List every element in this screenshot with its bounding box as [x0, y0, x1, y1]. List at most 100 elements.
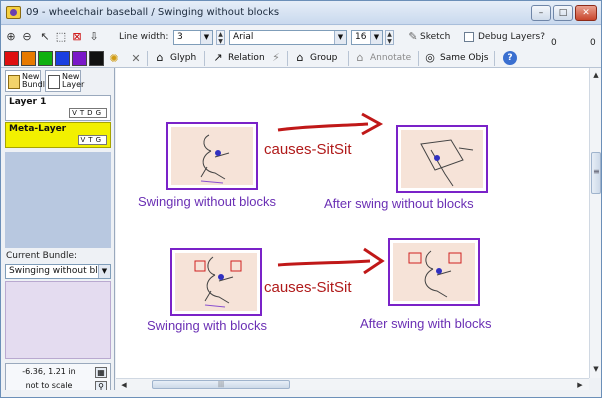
font-size-select[interactable]: 16 ▼	[351, 30, 383, 45]
zoom-left-value: 0	[551, 38, 557, 48]
relation-arrow-1[interactable]	[276, 112, 388, 138]
relation-label: Relation	[228, 53, 265, 63]
pointer-icon[interactable]: ↖	[38, 30, 52, 44]
wheelchair-sketch-icon	[408, 250, 462, 298]
app-icon	[6, 6, 21, 19]
scroll-up-icon[interactable]: ▲	[590, 70, 601, 80]
line-width-label: Line width:	[119, 32, 169, 42]
chevron-down-icon: ▼	[370, 31, 382, 44]
zoom-out-icon[interactable]: ⊖	[20, 30, 34, 44]
maximize-button[interactable]: □	[553, 5, 573, 21]
window-title: 09 - wheelchair baseball / Swinging with…	[26, 7, 280, 18]
horizontal-scrollbar[interactable]: ◀ ||| ▶	[116, 378, 589, 390]
status-bar	[1, 390, 601, 397]
line-width-select[interactable]: 3 ▼	[173, 30, 213, 45]
arrow-down-icon[interactable]: ⇩	[87, 30, 101, 44]
scroll-right-icon[interactable]: ▶	[574, 380, 586, 390]
sketch-after-swing-without-blocks[interactable]	[396, 125, 488, 193]
color-swatch-orange[interactable]	[21, 51, 36, 66]
toolbar-separator	[348, 51, 349, 66]
layer-item-meta-layer[interactable]: Meta-Layer VTG	[5, 122, 111, 148]
font-size-value: 16	[355, 32, 367, 42]
sketch-background	[175, 253, 257, 311]
scroll-down-icon[interactable]: ▼	[590, 364, 601, 374]
new-layer-label: New Layer	[62, 72, 85, 89]
sketch-background	[393, 243, 475, 301]
horizontal-scroll-thumb[interactable]: |||	[152, 380, 290, 389]
color-swatch-black[interactable]	[89, 51, 104, 66]
glyph-button[interactable]: ⌂ Glyph	[153, 50, 197, 66]
relation-arrow-2[interactable]	[276, 245, 388, 275]
chevron-down-icon: ▼	[98, 265, 110, 278]
debug-layers-label: Debug Layers?	[478, 32, 546, 42]
layer-item-layer-1[interactable]: Layer 1 VTDG	[5, 95, 111, 121]
color-wheel-icon[interactable]: ✺	[107, 52, 121, 66]
clear-icon[interactable]: ✕	[129, 52, 143, 66]
select-rect-icon[interactable]: ⬚	[54, 30, 68, 44]
sketch-swinging-with-blocks[interactable]	[170, 248, 262, 316]
sketch-icon[interactable]: ✎	[406, 30, 420, 44]
relation-label-2[interactable]: causes-SitSit	[264, 279, 352, 296]
font-size-stepper[interactable]: ▲ ▼	[385, 30, 394, 45]
wheelchair-sketch-icon	[420, 139, 474, 187]
drawing-canvas[interactable]: causes-SitSit Swinging without blocks Af…	[116, 68, 589, 378]
font-select[interactable]: Arial ▼	[229, 30, 347, 45]
sketch-button[interactable]: Sketch	[420, 32, 450, 42]
toolbar-separator	[147, 51, 148, 66]
group-label: Group	[310, 53, 338, 63]
sketch-after-swing-with-blocks[interactable]	[388, 238, 480, 306]
new-layer-button[interactable]: New Layer	[45, 70, 85, 92]
scale-readout: not to scale	[25, 381, 73, 390]
line-width-stepper[interactable]: ▲ ▼	[216, 30, 225, 45]
line-width-value: 3	[177, 32, 183, 42]
caption-after-swing-without-blocks[interactable]: After swing without blocks	[324, 196, 474, 211]
sketch-background	[401, 130, 483, 188]
toolbar-separator	[204, 51, 205, 66]
toolbar-separator	[494, 51, 495, 66]
toolbar-separator	[287, 51, 288, 66]
group-button[interactable]: ⌂ Group	[293, 50, 338, 66]
toolbar-separator	[418, 51, 419, 66]
coordinates-readout: -6.36, 1.21 in	[22, 367, 76, 376]
current-bundle-label: Current Bundle:	[6, 251, 78, 261]
caption-swinging-with-blocks[interactable]: Swinging with blocks	[147, 318, 267, 333]
zoom-right-value: 0	[590, 38, 596, 48]
delete-selection-icon[interactable]: ⊠	[70, 30, 84, 44]
color-swatch-green[interactable]	[38, 51, 53, 66]
vertical-scrollbar[interactable]: ▲ ≡ ▼	[589, 68, 601, 378]
layer-list-area	[5, 152, 111, 248]
application-window: 09 - wheelchair baseball / Swinging with…	[0, 0, 602, 398]
scroll-left-icon[interactable]: ◀	[118, 380, 130, 390]
sketch-background	[171, 127, 253, 185]
close-button[interactable]: ✕	[575, 5, 597, 21]
current-bundle-value: Swinging without bl	[9, 266, 98, 276]
page-icon	[48, 75, 60, 89]
layer-flags[interactable]: VTDG	[69, 108, 107, 118]
debug-layers-checkbox[interactable]	[464, 32, 474, 42]
same-objs-button[interactable]: ◎ Same Objs	[423, 50, 488, 66]
annotate-label: Annotate	[370, 53, 412, 63]
glyph-icon: ⌂	[156, 51, 164, 64]
relation-button[interactable]: ↗ Relation	[211, 50, 265, 66]
caption-after-swing-with-blocks[interactable]: After swing with blocks	[360, 316, 492, 331]
color-swatch-blue[interactable]	[55, 51, 70, 66]
color-swatch-red[interactable]	[4, 51, 19, 66]
annotate-button[interactable]: ⌂ Annotate	[353, 50, 412, 66]
layer-flags[interactable]: VTG	[77, 135, 107, 145]
same-objs-icon: ◎	[425, 51, 435, 64]
minimize-button[interactable]: –	[531, 5, 551, 21]
caption-swinging-without-blocks[interactable]: Swinging without blocks	[138, 194, 276, 209]
current-bundle-select[interactable]: Swinging without bl ▼	[5, 264, 111, 279]
new-bundle-button[interactable]: New Bundle	[5, 70, 50, 92]
vertical-scroll-thumb[interactable]: ≡	[591, 152, 601, 194]
wand-icon[interactable]: ⚡	[269, 51, 283, 65]
layer-name: Meta-Layer	[9, 124, 67, 134]
relation-label-1[interactable]: causes-SitSit	[264, 141, 352, 158]
sketch-swinging-without-blocks[interactable]	[166, 122, 258, 190]
zoom-in-icon[interactable]: ⊕	[4, 30, 18, 44]
color-swatch-purple[interactable]	[72, 51, 87, 66]
grid-icon[interactable]: ▦	[95, 367, 107, 378]
relation-icon: ↗	[213, 51, 223, 64]
grip-icon: ≡	[593, 167, 600, 176]
help-icon[interactable]: ?	[503, 51, 517, 65]
